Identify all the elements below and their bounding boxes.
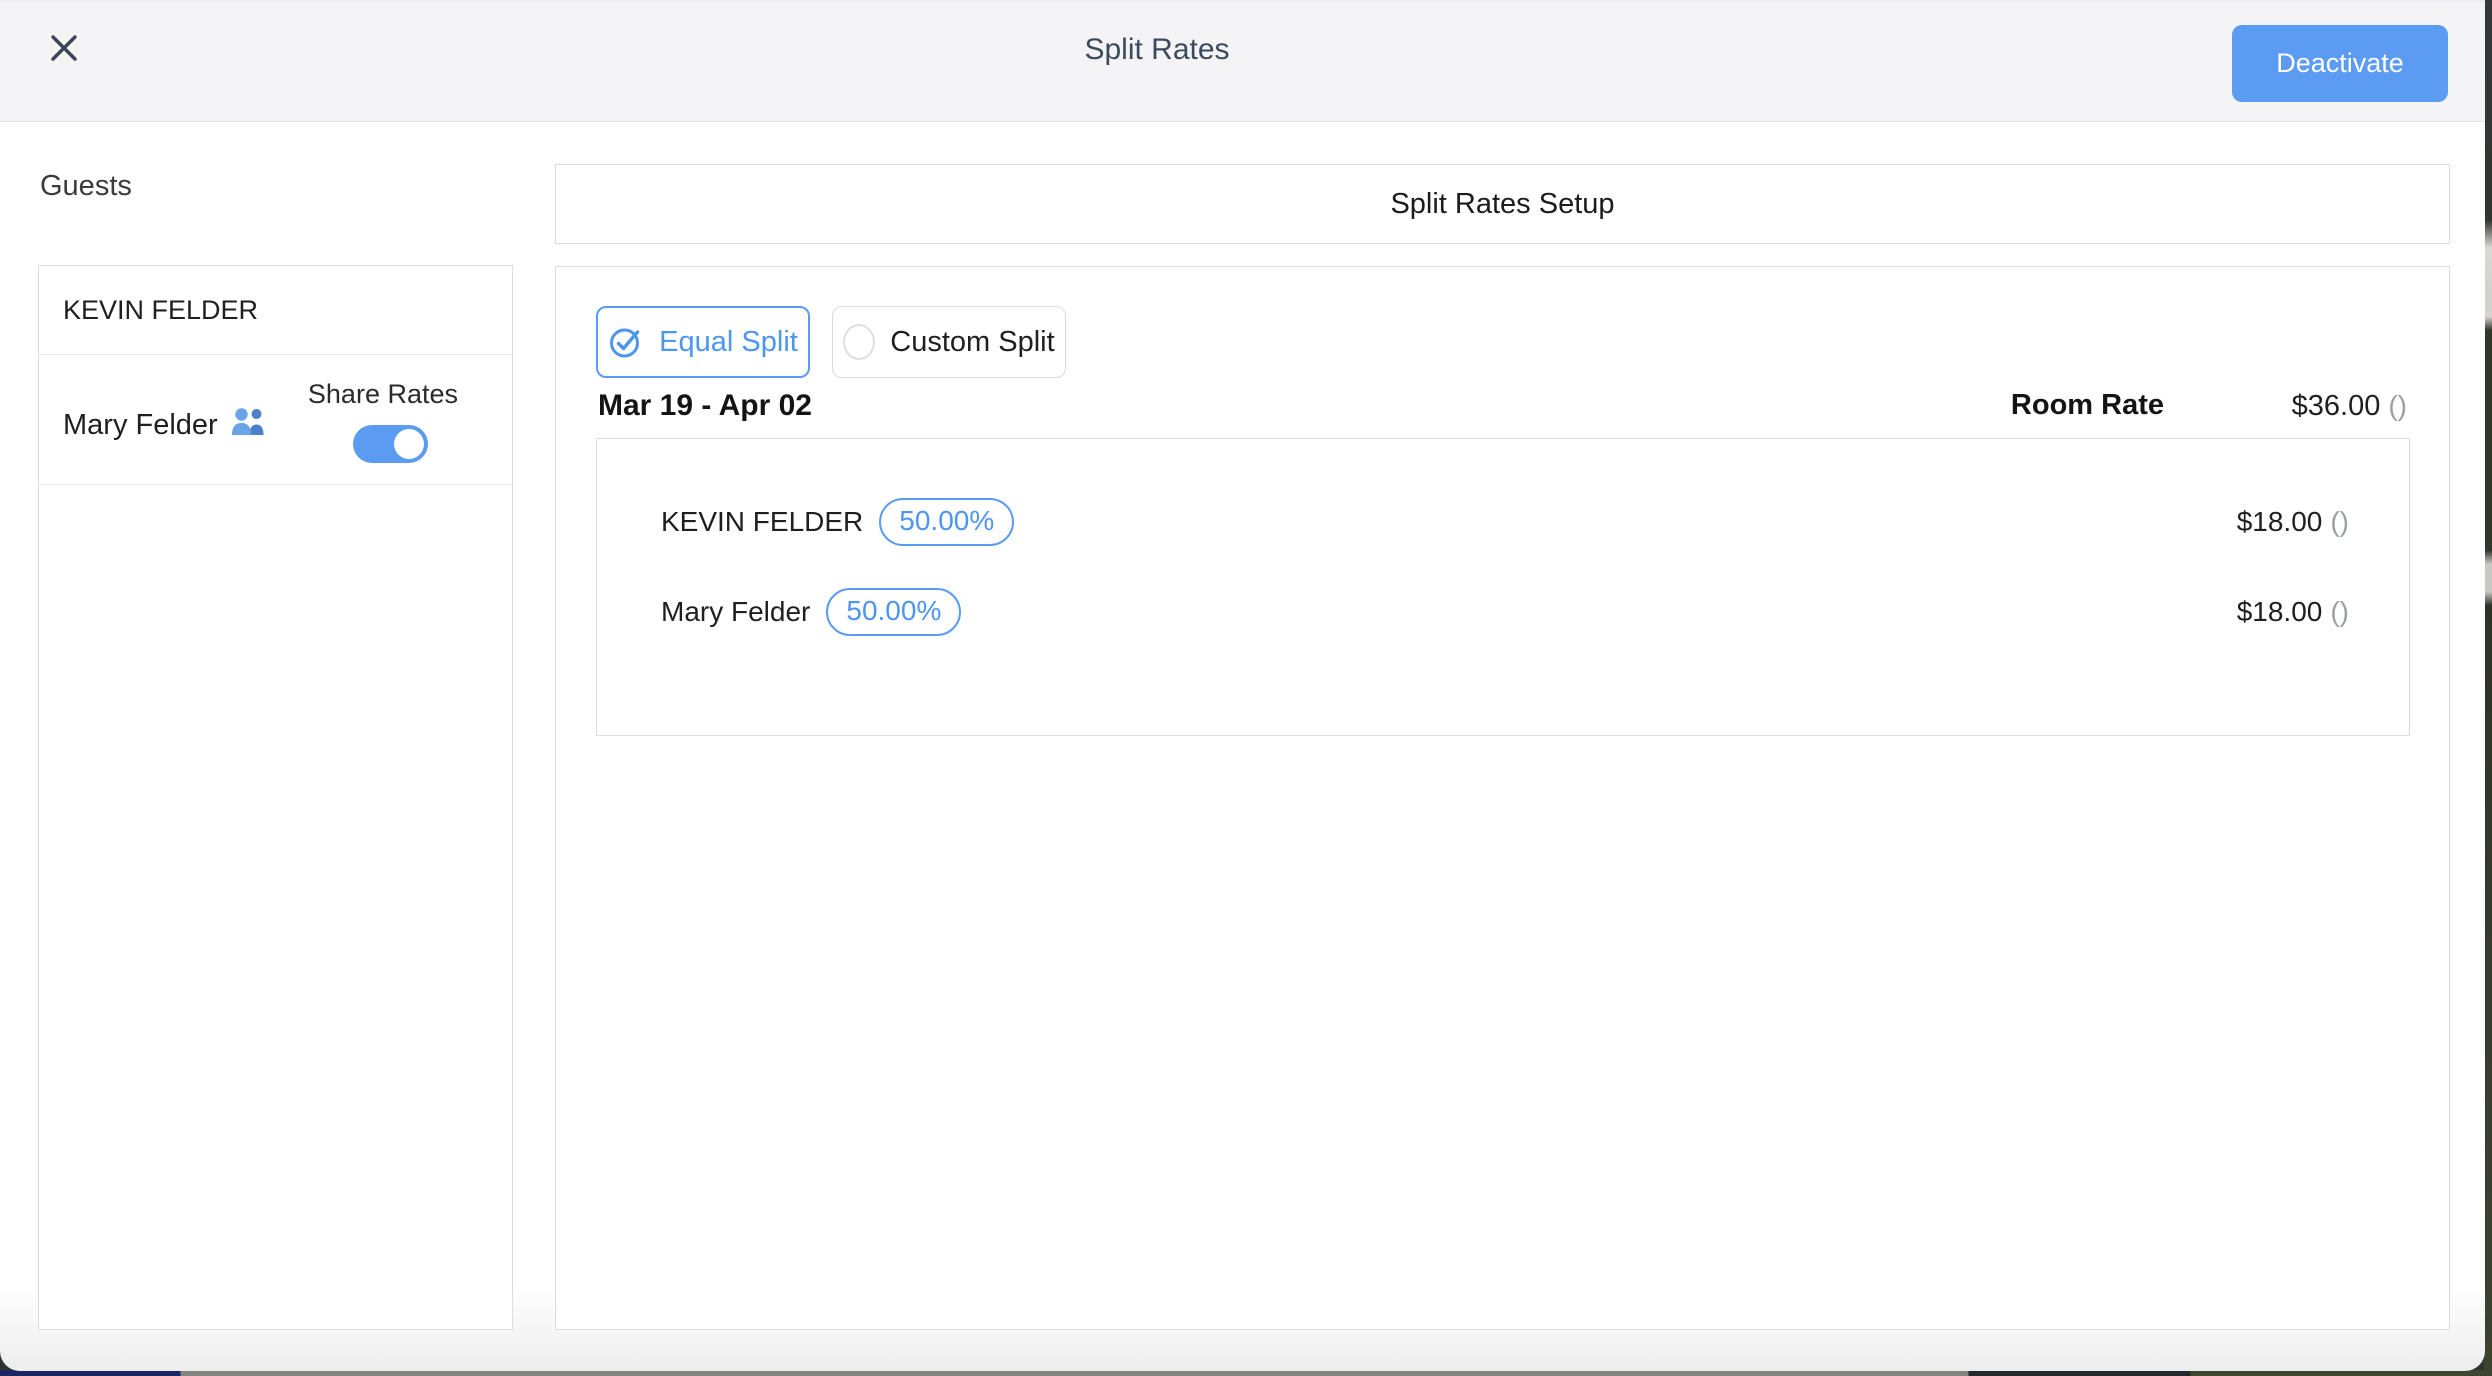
share-rates-toggle[interactable] [353, 425, 428, 463]
split-amount-value: $18.00 [2237, 506, 2323, 537]
custom-split-button[interactable]: Custom Split [832, 306, 1066, 378]
split-guest-name: Mary Felder [661, 596, 810, 628]
room-rate-amount: $36.00() [2292, 390, 2407, 423]
setup-heading-box: Split Rates Setup [555, 164, 2450, 244]
room-rate-note: () [2388, 390, 2407, 421]
room-rate-value: $36.00 [2292, 390, 2381, 422]
split-amount: $18.00() [2237, 506, 2349, 538]
custom-split-label: Custom Split [890, 326, 1054, 359]
equal-split-label: Equal Split [659, 326, 798, 359]
background-page-right-sliver [2484, 0, 2492, 1376]
shared-guest-name-wrap: Mary Felder [63, 405, 268, 445]
split-rates-modal: Split Rates Deactivate Guests KEVIN FELD… [0, 0, 2485, 1371]
split-setup-panel: Equal Split Custom Split Mar 19 - Apr 02… [555, 266, 2450, 1330]
setup-heading: Split Rates Setup [1390, 188, 1614, 221]
equal-split-button[interactable]: Equal Split [596, 306, 810, 378]
room-rate-label: Room Rate [2011, 389, 2164, 422]
split-amount: $18.00() [2237, 596, 2349, 628]
modal-topbar: Split Rates Deactivate [0, 0, 2485, 122]
toggle-knob [394, 429, 424, 459]
primary-guest-name: KEVIN FELDER [63, 295, 258, 326]
split-amount-note: () [2330, 506, 2349, 537]
guest-split-row: KEVIN FELDER 50.00% $18.00() [661, 495, 2349, 549]
split-amount-note: () [2330, 596, 2349, 627]
check-circle-icon [608, 324, 644, 360]
split-percent-pill[interactable]: 50.00% [879, 498, 1014, 546]
shared-guest-name: Mary Felder [63, 409, 218, 442]
guest-splits-box: KEVIN FELDER 50.00% $18.00() Mary Felder… [596, 438, 2410, 736]
radio-circle-icon [843, 324, 875, 360]
split-guest-name: KEVIN FELDER [661, 506, 863, 538]
guest-list-item-primary[interactable]: KEVIN FELDER [39, 266, 512, 355]
close-button[interactable] [44, 29, 84, 69]
guests-heading: Guests [40, 170, 132, 203]
close-icon [46, 54, 82, 69]
deactivate-button[interactable]: Deactivate [2232, 25, 2448, 102]
guest-split-row: Mary Felder 50.00% $18.00() [661, 585, 2349, 639]
share-rates-label: Share Rates [308, 379, 458, 410]
split-percent-pill[interactable]: 50.00% [826, 588, 961, 636]
users-icon [230, 405, 268, 445]
modal-title: Split Rates [1084, 32, 1229, 68]
date-range-label: Mar 19 - Apr 02 [598, 389, 812, 423]
split-amount-value: $18.00 [2237, 596, 2323, 627]
guests-panel: KEVIN FELDER Mary Felder [38, 265, 513, 1330]
guest-list-item-shared[interactable]: Mary Felder Share Rates [39, 355, 512, 485]
